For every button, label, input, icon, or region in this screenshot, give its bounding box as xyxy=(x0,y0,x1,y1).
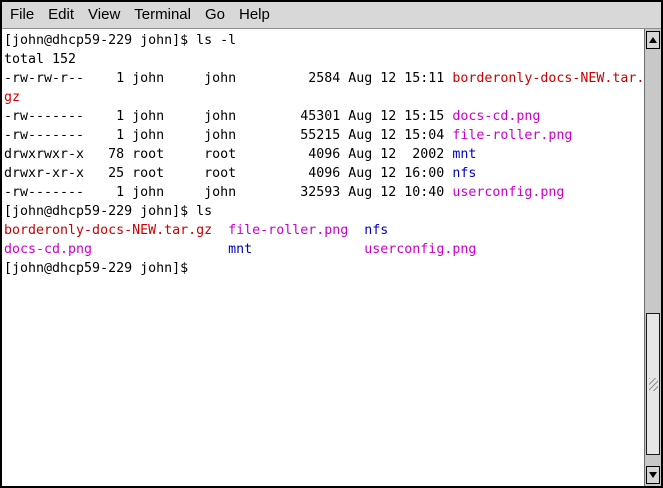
menu-item-file[interactable]: File xyxy=(3,4,41,26)
terminal-text xyxy=(348,223,364,238)
file-name: nfs xyxy=(452,166,476,181)
terminal-line: drwxrwxr-x 78 root root 4096 Aug 12 2002… xyxy=(4,145,644,164)
terminal-line: gz xyxy=(4,88,644,107)
terminal-line: -rw------- 1 john john 55215 Aug 12 15:0… xyxy=(4,126,644,145)
file-name: file-roller.png xyxy=(452,128,572,143)
terminal-window: File Edit View Terminal Go Help [john@dhcp59-… xyxy=(0,0,663,488)
menu-item-label: Edit xyxy=(48,6,74,23)
menu-item-edit[interactable]: Edit xyxy=(41,4,81,26)
file-name: nfs xyxy=(364,223,388,238)
up-arrow-icon xyxy=(649,37,657,43)
menu-item-label: Help xyxy=(239,6,270,23)
terminal-text: [john@dhcp59-229 john]$ ls -l xyxy=(4,33,236,48)
menu-item-go[interactable]: Go xyxy=(198,4,232,26)
file-name: file-roller.png xyxy=(228,223,348,238)
menu-bar: File Edit View Terminal Go Help xyxy=(2,2,661,29)
menu-item-label: Go xyxy=(205,6,225,23)
file-name: docs-cd.png xyxy=(452,109,540,124)
terminal-line: [john@dhcp59-229 john]$ xyxy=(4,259,644,278)
menu-item-terminal[interactable]: Terminal xyxy=(127,4,198,26)
terminal-screen[interactable]: [john@dhcp59-229 john]$ ls -l total 152 -r… xyxy=(2,29,644,486)
file-name: userconfig.png xyxy=(452,185,564,200)
terminal-line: -rw------- 1 john john 32593 Aug 12 10:4… xyxy=(4,183,644,202)
file-name: mnt xyxy=(228,242,252,257)
file-name: mnt xyxy=(452,147,476,162)
terminal-text: -rw-rw-r-- 1 john john 2584 Aug 12 15:11 xyxy=(4,71,452,86)
terminal-text xyxy=(252,242,364,257)
menu-item-label: File xyxy=(10,6,34,23)
terminal-text: drwxr-xr-x 25 root root 4096 Aug 12 16:0… xyxy=(4,166,452,181)
terminal-text: -rw------- 1 john john 45301 Aug 12 15:1… xyxy=(4,109,452,124)
down-arrow-icon xyxy=(649,472,657,478)
terminal-line: total 152 xyxy=(4,50,644,69)
terminal-text: -rw------- 1 john john 55215 Aug 12 15:0… xyxy=(4,128,452,143)
terminal-line: -rw------- 1 john john 45301 Aug 12 15:1… xyxy=(4,107,644,126)
scrollbar-trough[interactable] xyxy=(646,50,660,465)
file-name: userconfig.png xyxy=(364,242,476,257)
scrollbar-up-button[interactable] xyxy=(646,31,660,49)
grip-icon xyxy=(649,378,658,391)
terminal-line: [john@dhcp59-229 john]$ ls -l xyxy=(4,31,644,50)
file-name: borderonly-docs-NEW.tar.gz xyxy=(4,223,212,238)
terminal-text: -rw------- 1 john john 32593 Aug 12 10:4… xyxy=(4,185,452,200)
terminal-text: drwxrwxr-x 78 root root 4096 Aug 12 2002 xyxy=(4,147,452,162)
file-name: docs-cd.png xyxy=(4,242,92,257)
menu-item-view[interactable]: View xyxy=(81,4,127,26)
terminal-text xyxy=(212,223,228,238)
menu-item-label: Terminal xyxy=(134,6,191,23)
file-name: borderonly-docs-NEW.tar. xyxy=(452,71,644,86)
terminal-text: [john@dhcp59-229 john]$ xyxy=(4,261,196,276)
terminal-text xyxy=(92,242,228,257)
menu-item-label: View xyxy=(88,6,120,23)
terminal-line: docs-cd.png mnt userconfig.png xyxy=(4,240,644,259)
terminal-line: borderonly-docs-NEW.tar.gz file-roller.p… xyxy=(4,221,644,240)
terminal-line: -rw-rw-r-- 1 john john 2584 Aug 12 15:11… xyxy=(4,69,644,88)
terminal-text: total 152 xyxy=(4,52,76,67)
terminal-line: drwxr-xr-x 25 root root 4096 Aug 12 16:0… xyxy=(4,164,644,183)
scrollbar-thumb[interactable] xyxy=(646,313,660,455)
menu-item-help[interactable]: Help xyxy=(232,4,277,26)
file-name: gz xyxy=(4,90,20,105)
scrollbar-down-button[interactable] xyxy=(646,466,660,484)
terminal-line: [john@dhcp59-229 john]$ ls xyxy=(4,202,644,221)
scrollbar xyxy=(644,29,661,486)
terminal-text: [john@dhcp59-229 john]$ ls xyxy=(4,204,212,219)
